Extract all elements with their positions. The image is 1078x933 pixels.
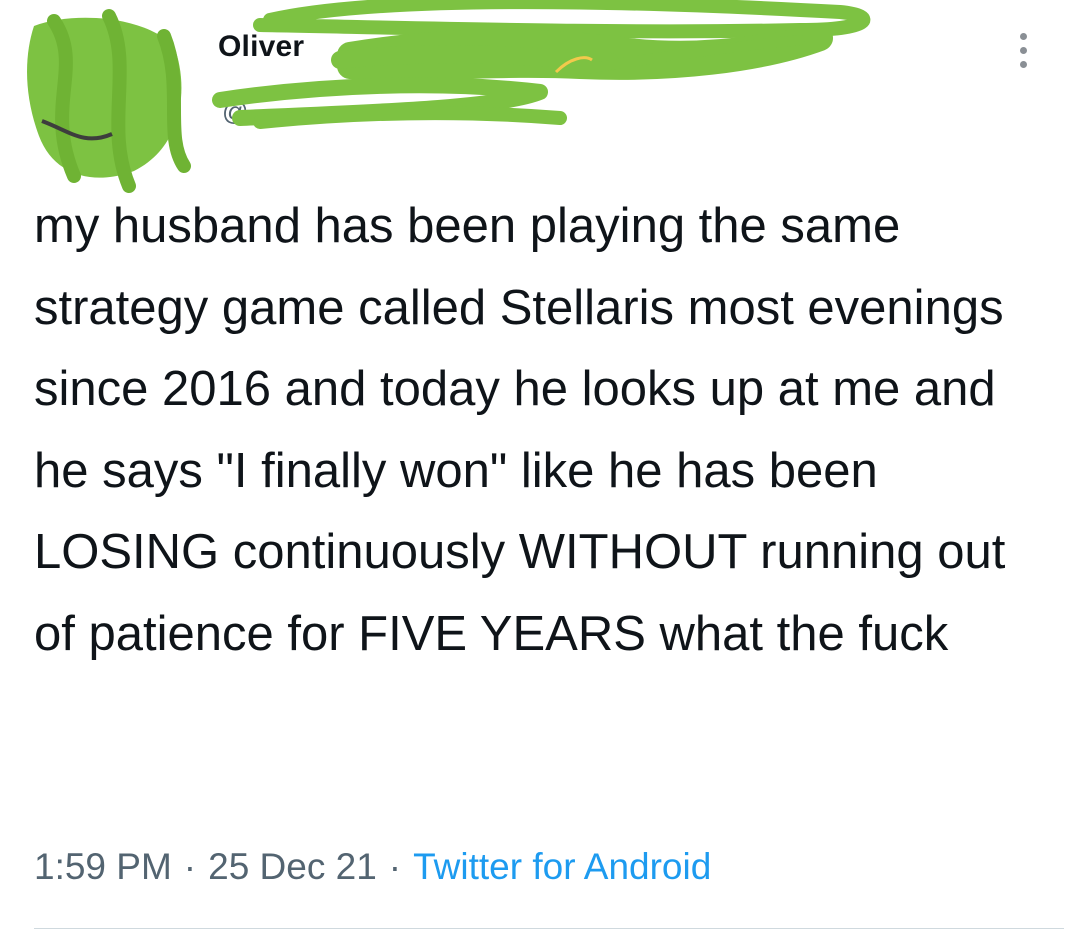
tweet-date[interactable]: 25 Dec 21 [208, 846, 377, 887]
tweet-source-link[interactable]: Twitter for Android [413, 846, 711, 887]
tweet-header: Oliver @ [0, 0, 1078, 193]
meta-separator: · [388, 846, 402, 887]
censor-scribble [212, 0, 871, 129]
meta-separator: · [183, 846, 197, 887]
divider [34, 928, 1064, 929]
tweet-time[interactable]: 1:59 PM [34, 846, 172, 887]
more-options-button[interactable] [1008, 28, 1038, 72]
censored-avatar-scribble [27, 9, 191, 193]
tweet-text: my husband has been playing the same str… [34, 199, 1006, 661]
more-dots-vertical-icon [1019, 32, 1027, 40]
avatar[interactable] [14, 6, 204, 196]
tweet-metadata: 1:59 PM · 25 Dec 21 · Twitter for Android [34, 846, 711, 888]
